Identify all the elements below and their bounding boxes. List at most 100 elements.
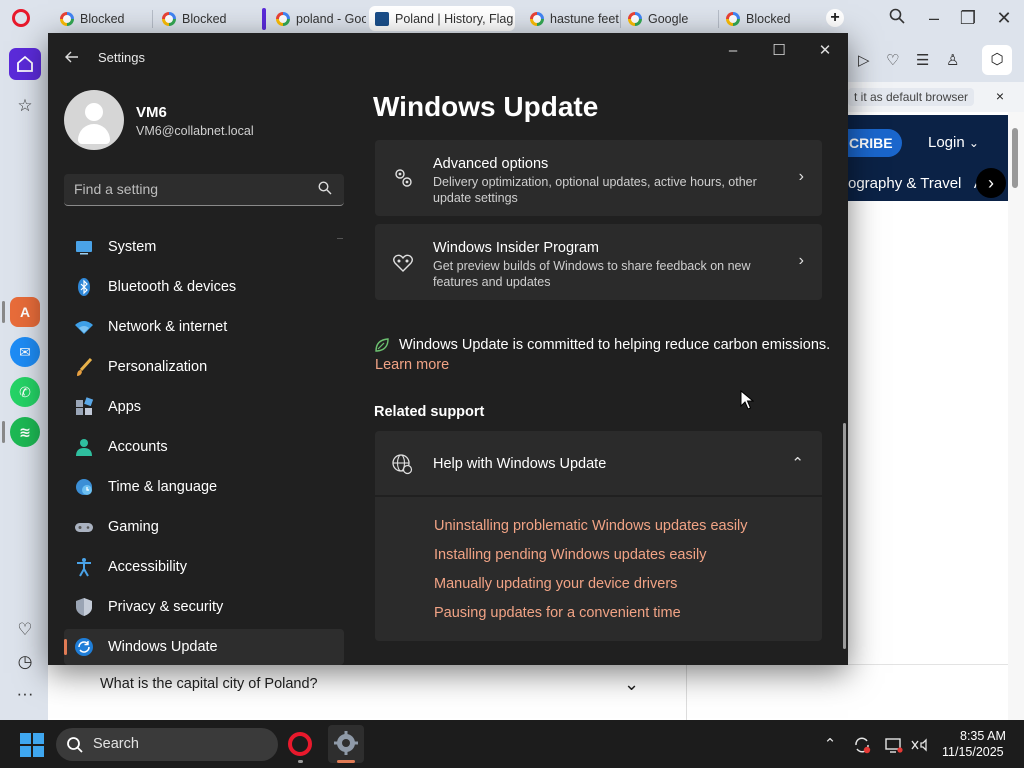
learn-more-link[interactable]: Learn more — [375, 357, 449, 373]
nav-item-accounts[interactable]: Accounts — [64, 429, 344, 465]
chevron-right-icon: › — [798, 168, 804, 185]
browser-restore-icon[interactable]: ❐ — [956, 8, 980, 29]
chevron-up-icon[interactable]: ⌃ — [791, 454, 804, 472]
browser-tab[interactable]: Google — [622, 6, 718, 31]
browser-tab-active[interactable]: Poland | History, Flag — [369, 6, 515, 31]
nav-item-privacy[interactable]: Privacy & security — [64, 589, 344, 625]
maximize-icon[interactable]: ☐ — [756, 39, 802, 63]
messenger-icon[interactable]: ✉ — [10, 337, 40, 367]
clock-date[interactable]: 11/15/2025 — [942, 745, 1004, 759]
help-link[interactable]: Installing pending Windows updates easil… — [434, 547, 706, 563]
display-icon[interactable] — [884, 735, 904, 755]
nav-item-network[interactable]: Network & internet — [64, 309, 344, 345]
google-favicon-icon — [60, 11, 74, 26]
tab-separator — [718, 10, 719, 28]
avatar[interactable] — [64, 90, 124, 150]
nav-category[interactable]: ography & Travel — [848, 175, 961, 192]
home-button[interactable] — [9, 48, 41, 80]
find-setting-box[interactable] — [64, 174, 344, 206]
heart-icon[interactable]: ♡ — [886, 51, 899, 69]
search-icon[interactable] — [318, 181, 332, 195]
back-arrow-icon[interactable] — [64, 49, 80, 70]
login-label: Login — [928, 134, 965, 151]
browser-tab[interactable]: hastune feet — [524, 6, 620, 31]
faq-question[interactable]: What is the capital city of Poland? — [100, 676, 318, 692]
whatsapp-icon[interactable]: ✆ — [10, 377, 40, 407]
network-volume-icon[interactable] — [910, 735, 930, 755]
site-nav[interactable]: ography & Travel A — [848, 175, 984, 192]
page-scrollbar[interactable] — [1008, 112, 1024, 720]
nav-item-time-language[interactable]: Time & language — [64, 469, 344, 505]
spotify-icon[interactable]: ≋ — [10, 417, 40, 447]
help-with-update-expander[interactable]: Help with Windows Update ⌃ — [375, 431, 822, 495]
sync-icon[interactable] — [852, 735, 872, 755]
card-title: Advanced options — [433, 156, 549, 172]
divider — [686, 664, 687, 720]
settings-taskbar-icon[interactable] — [328, 725, 364, 763]
new-tab-button[interactable]: + — [826, 9, 844, 27]
history-clock-icon[interactable]: ◷ — [14, 652, 36, 674]
nav-label: Personalization — [108, 359, 208, 375]
browser-tab[interactable]: poland - Goo — [270, 6, 366, 31]
opera-taskbar-icon[interactable] — [288, 732, 312, 756]
browser-tab[interactable]: Blocked — [720, 6, 816, 31]
nav-item-personalization[interactable]: Personalization — [64, 349, 344, 385]
content-scrollbar[interactable] — [843, 423, 846, 649]
tab-label: Blocked — [746, 11, 791, 26]
nav-item-system[interactable]: System — [64, 229, 344, 265]
star-icon[interactable]: ☆ — [14, 96, 36, 118]
help-link[interactable]: Uninstalling problematic Windows updates… — [434, 518, 748, 534]
subscribe-button[interactable]: CRIBE — [848, 129, 902, 157]
expander-title: Help with Windows Update — [433, 456, 607, 472]
related-support-heading: Related support — [374, 404, 485, 420]
scrollbar-thumb[interactable] — [1012, 128, 1018, 188]
nav-item-bluetooth[interactable]: Bluetooth & devices — [64, 269, 344, 305]
browser-minimize-icon[interactable]: – — [922, 8, 946, 29]
gears-icon — [395, 169, 412, 187]
clock-time[interactable]: 8:35 AM — [960, 729, 1006, 743]
browser-tab[interactable]: Blocked — [54, 6, 150, 31]
help-link[interactable]: Manually updating your device drivers — [434, 576, 677, 592]
heart-icon[interactable]: ♡ — [14, 620, 36, 642]
tab-island-marker — [262, 8, 266, 30]
browser-tab[interactable]: Blocked — [156, 6, 252, 31]
opera-logo-icon[interactable] — [12, 9, 30, 27]
play-icon[interactable]: ▷ — [858, 51, 870, 69]
browser-close-icon[interactable]: ✕ — [992, 8, 1016, 29]
nav-item-apps[interactable]: Apps — [64, 389, 344, 425]
card-description: Get preview builds of Windows to share f… — [433, 259, 751, 289]
update-icon — [75, 638, 93, 656]
chevron-down-icon: ⌄ — [968, 136, 979, 150]
profile-icon[interactable]: ♙ — [946, 51, 959, 69]
more-dots-icon[interactable]: ··· — [14, 684, 36, 706]
extensions-cube-icon[interactable]: ⬡ — [982, 45, 1012, 75]
faq-row[interactable] — [48, 664, 1008, 720]
aria-app-icon[interactable]: A — [10, 297, 40, 327]
carbon-message: Windows Update is committed to helping r… — [399, 337, 831, 353]
search-input[interactable] — [64, 174, 304, 204]
nav-label: Apps — [108, 399, 142, 415]
person-icon — [76, 439, 92, 456]
close-icon[interactable]: ✕ — [802, 39, 848, 63]
nav-item-windows-update[interactable]: Windows Update — [64, 629, 344, 665]
tab-label: Poland | History, Flag — [395, 11, 514, 26]
insider-program-card[interactable]: Windows Insider Program Get preview buil… — [375, 224, 822, 300]
minimize-icon[interactable]: – — [710, 39, 756, 63]
easy-setup-icon[interactable]: ☰ — [916, 51, 929, 69]
nav-item-gaming[interactable]: Gaming — [64, 509, 344, 545]
tab-label: poland - Goo — [296, 11, 366, 26]
taskbar-search[interactable]: Search — [56, 728, 278, 761]
login-link[interactable]: Login ⌄ — [928, 134, 979, 151]
browser-search-tabs-icon[interactable] — [885, 8, 909, 29]
chevron-up-icon[interactable]: ⌃ — [820, 735, 840, 755]
notice-close-icon[interactable]: × — [996, 88, 1004, 104]
search-icon — [67, 737, 83, 753]
insider-hearts-icon — [393, 254, 413, 272]
nav-next-arrow-icon[interactable]: › — [976, 168, 1006, 198]
advanced-options-card[interactable]: Advanced options Delivery optimization, … — [375, 140, 822, 216]
help-link[interactable]: Pausing updates for a convenient time — [434, 605, 681, 621]
nav-item-accessibility[interactable]: Accessibility — [64, 549, 344, 585]
sidebar-marker — [2, 421, 5, 443]
chevron-down-icon[interactable]: ⌄ — [624, 674, 639, 695]
windows-start-icon[interactable] — [20, 733, 44, 757]
